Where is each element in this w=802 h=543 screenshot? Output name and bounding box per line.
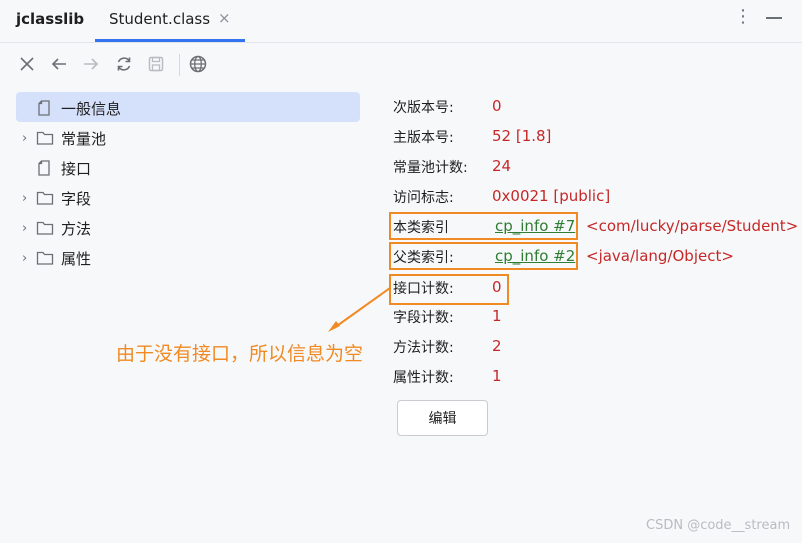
this-class-name: <com/lucky/parse/Student> bbox=[586, 217, 799, 235]
tab-jclasslib[interactable]: jclasslib bbox=[16, 10, 84, 28]
tree-item-label: 字段 bbox=[61, 189, 92, 208]
tree-item-attributes[interactable]: › 属性 bbox=[22, 243, 91, 273]
attributes-count-value: 1 bbox=[492, 367, 502, 385]
this-class-link[interactable]: cp_info #7 bbox=[495, 217, 575, 235]
methods-count-value: 2 bbox=[492, 337, 502, 355]
tab-student-class[interactable]: Student.class bbox=[109, 10, 210, 28]
tree-item-methods[interactable]: › 方法 bbox=[22, 213, 91, 243]
chevron-right-icon[interactable]: › bbox=[22, 221, 36, 236]
tree-item-label: 方法 bbox=[61, 219, 92, 238]
chevron-right-icon[interactable]: › bbox=[22, 131, 36, 146]
edit-button[interactable]: 编辑 bbox=[397, 400, 488, 436]
constant-pool-count-label: 常量池计数: bbox=[393, 160, 468, 176]
tree-item-label: 常量池 bbox=[61, 129, 107, 148]
folder-icon bbox=[36, 131, 54, 145]
fields-count-label: 字段计数: bbox=[393, 310, 454, 326]
tree-item-general-info[interactable]: 一般信息 bbox=[22, 93, 121, 123]
file-icon bbox=[38, 160, 50, 176]
tree-item-constant-pool[interactable]: › 常量池 bbox=[22, 123, 106, 153]
file-icon bbox=[38, 100, 50, 116]
annotation-text: 由于没有接口，所以信息为空 bbox=[116, 343, 364, 365]
tree-item-interfaces[interactable]: 接口 bbox=[22, 153, 91, 183]
tab-bar: jclasslib Student.class × ⋮ bbox=[0, 0, 802, 43]
tree-item-fields[interactable]: › 字段 bbox=[22, 183, 91, 213]
minor-version-value: 0 bbox=[492, 97, 502, 115]
super-class-name: <java/lang/Object> bbox=[586, 247, 734, 265]
folder-icon bbox=[36, 251, 54, 265]
major-version-label: 主版本号: bbox=[393, 130, 454, 146]
chevron-right-icon[interactable]: › bbox=[22, 191, 36, 206]
watermark: CSDN @code__stream bbox=[646, 518, 791, 533]
folder-icon bbox=[36, 221, 54, 235]
super-class-label: 父类索引: bbox=[393, 250, 454, 266]
interfaces-count-value: 0 bbox=[492, 278, 502, 296]
tree-item-label: 一般信息 bbox=[61, 99, 122, 118]
chevron-right-icon[interactable]: › bbox=[22, 251, 36, 266]
major-version-value: 52 [1.8] bbox=[492, 127, 552, 145]
tree-item-label: 接口 bbox=[61, 159, 92, 178]
methods-count-label: 方法计数: bbox=[393, 340, 454, 356]
minor-version-label: 次版本号: bbox=[393, 100, 454, 116]
back-arrow-icon[interactable] bbox=[48, 53, 70, 75]
annotation-arrow bbox=[328, 287, 391, 332]
close-tab-icon[interactable]: × bbox=[218, 9, 231, 27]
save-icon[interactable] bbox=[145, 53, 167, 75]
close-icon[interactable] bbox=[16, 53, 38, 75]
access-flags-value: 0x0021 [public] bbox=[492, 187, 611, 205]
attributes-count-label: 属性计数: bbox=[393, 370, 454, 386]
forward-arrow-icon[interactable] bbox=[80, 53, 102, 75]
active-tab-indicator bbox=[95, 39, 245, 42]
access-flags-label: 访问标志: bbox=[393, 190, 454, 206]
more-options-icon[interactable]: ⋮ bbox=[734, 6, 752, 27]
fields-count-value: 1 bbox=[492, 307, 502, 325]
refresh-icon[interactable] bbox=[113, 53, 135, 75]
minimize-icon[interactable] bbox=[766, 17, 782, 19]
toolbar-separator bbox=[179, 54, 180, 76]
constant-pool-count-value: 24 bbox=[492, 157, 512, 175]
interfaces-count-label: 接口计数: bbox=[393, 281, 454, 297]
folder-icon bbox=[36, 191, 54, 205]
tree-item-label: 属性 bbox=[61, 249, 92, 268]
super-class-link[interactable]: cp_info #2 bbox=[495, 247, 575, 265]
globe-icon[interactable] bbox=[187, 53, 209, 75]
this-class-label: 本类索引 bbox=[393, 220, 449, 236]
